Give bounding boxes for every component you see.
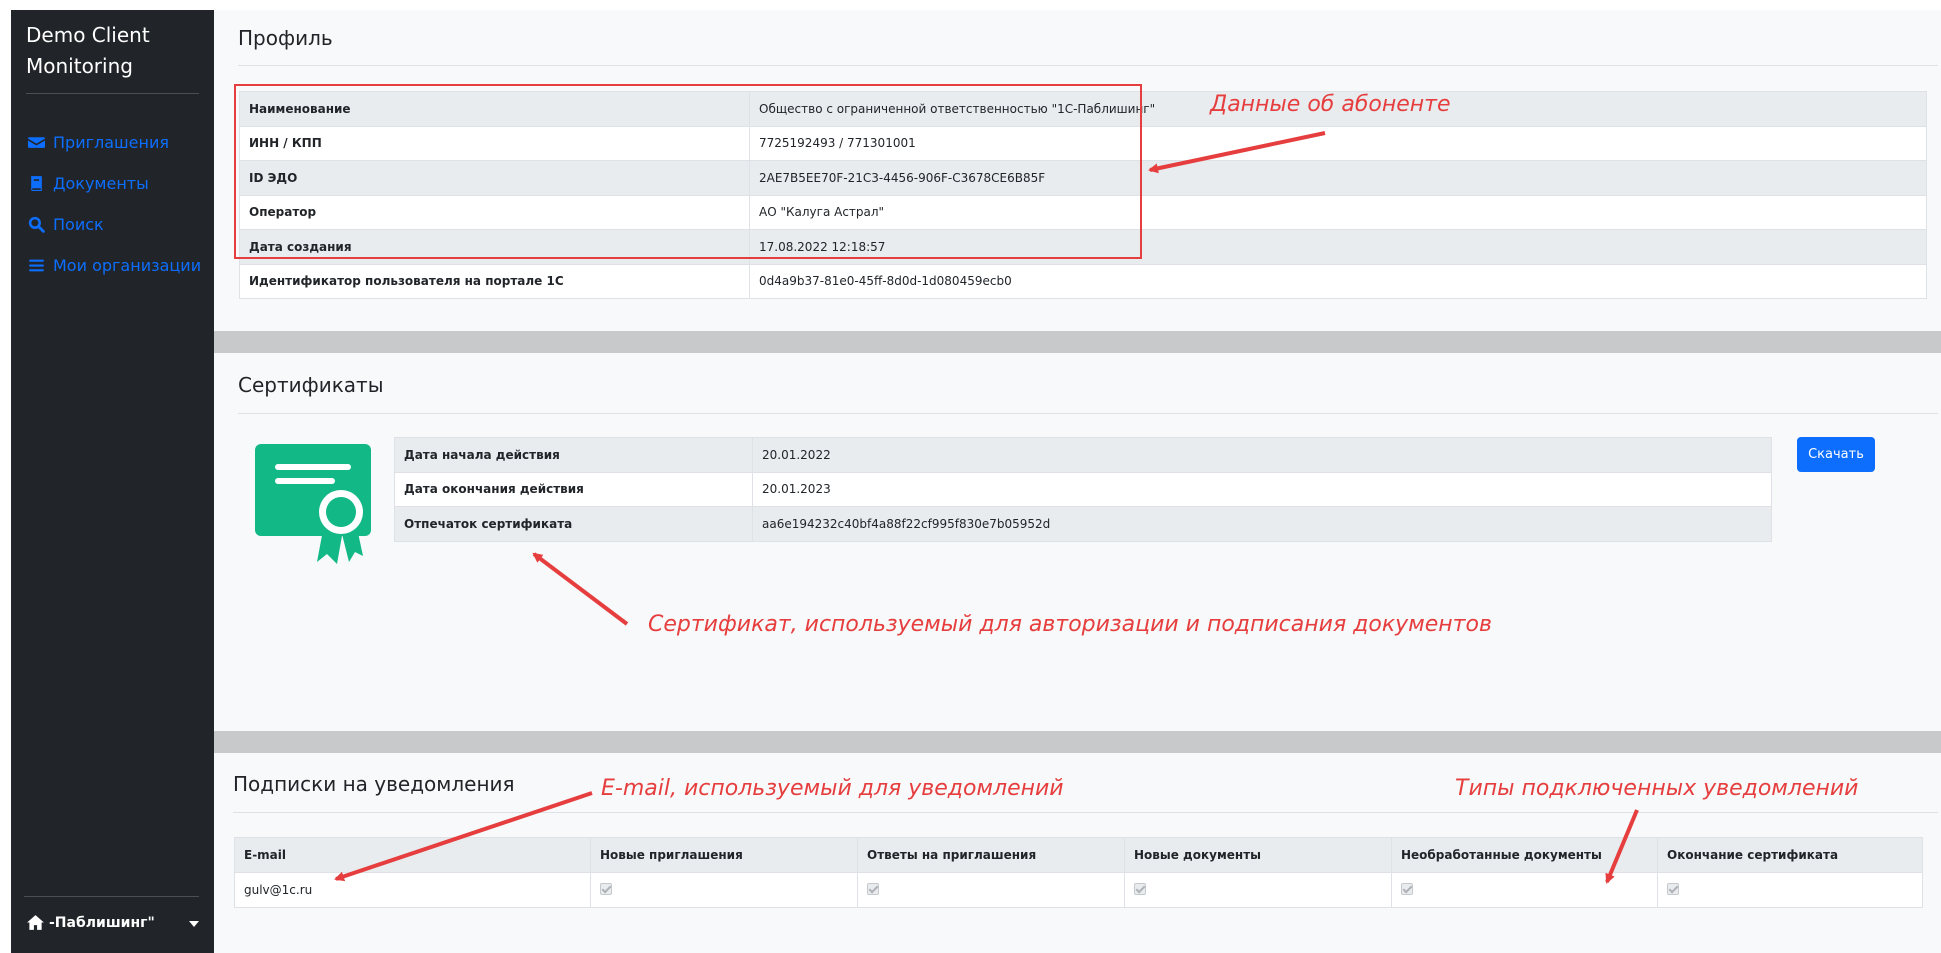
certificate-key: Дата начала действия xyxy=(394,437,753,473)
subscriptions-divider xyxy=(233,812,1938,813)
sidebar-nav: Приглашения Документы Поиск Мои организа… xyxy=(28,122,213,286)
certificate-table: Дата начала действия 20.01.2022 Дата окон… xyxy=(394,437,1772,542)
profile-value: 0d4a9b37-81e0-45ff-8d0d-1d080459ecb0 xyxy=(749,263,1927,299)
certificate-key: Дата окончания действия xyxy=(394,471,753,507)
profile-divider xyxy=(238,65,1938,66)
annotation-email: E-mail, используемый для уведомлений xyxy=(601,776,1064,801)
sidebar-item-documents[interactable]: Документы xyxy=(28,163,213,204)
sidebar-item-label: Поиск xyxy=(53,215,104,234)
column-header-invitation-replies: Ответы на приглашения xyxy=(857,837,1125,873)
table-row: Дата окончания действия 20.01.2023 xyxy=(394,471,1772,507)
organization-dropdown[interactable]: -Паблишинг" xyxy=(26,914,211,931)
sidebar-divider xyxy=(26,93,199,94)
download-button[interactable]: Скачать xyxy=(1797,437,1875,472)
checkbox-cell xyxy=(590,872,858,908)
checkbox-cell xyxy=(1391,872,1658,908)
book-icon xyxy=(31,176,42,191)
profile-key: Идентификатор пользователя на портале 1С xyxy=(239,263,750,299)
annotation-notification-types: Типы подключенных уведомлений xyxy=(1455,776,1859,801)
column-header-email: E-mail xyxy=(234,837,591,873)
sidebar-item-search[interactable]: Поиск xyxy=(28,204,213,245)
subscriptions-title: Подписки на уведомления xyxy=(233,772,515,796)
table-row: Идентификатор пользователя на портале 1С… xyxy=(239,263,1927,299)
certificate-expiry-checkbox[interactable] xyxy=(1667,882,1679,895)
subscription-email: gulv@1c.ru xyxy=(234,872,591,908)
organization-name: -Паблишинг" xyxy=(49,914,155,931)
subscriber-data-highlight xyxy=(234,84,1142,259)
chevron-down-icon xyxy=(189,921,199,927)
certificate-value: 20.01.2023 xyxy=(752,471,1772,507)
sidebar-bottom-divider xyxy=(24,896,199,897)
table-row: Отпечаток сертификата aa6e194232c40bf4a88… xyxy=(394,506,1772,542)
search-icon xyxy=(28,216,45,233)
table-row: Дата начала действия 20.01.2022 xyxy=(394,437,1772,473)
certificates-title: Сертификаты xyxy=(238,373,384,397)
sidebar-item-invitations[interactable]: Приглашения xyxy=(28,122,213,163)
home-icon xyxy=(27,915,44,930)
checkbox-cell xyxy=(1657,872,1923,908)
list-icon xyxy=(29,259,44,272)
subscriptions-table: E-mail Новые приглашения Ответы на пригл… xyxy=(234,837,1923,908)
brand-line-2: Monitoring xyxy=(26,54,133,78)
annotation-certificate: Сертификат, используемый для авторизации… xyxy=(648,612,1492,637)
brand-line-1: Demo Client xyxy=(26,23,150,47)
top-border xyxy=(0,0,1941,10)
sidebar-item-label: Приглашения xyxy=(53,133,169,152)
new-documents-checkbox[interactable] xyxy=(1134,882,1146,895)
column-header-certificate-expiry: Окончание сертификата xyxy=(1657,837,1923,873)
checkbox-cell xyxy=(1124,872,1392,908)
section-separator xyxy=(214,331,1941,353)
certificate-key: Отпечаток сертификата xyxy=(394,506,753,542)
annotation-subscriber: Данные об абоненте xyxy=(1210,92,1451,117)
sidebar-item-label: Документы xyxy=(53,174,149,193)
section-separator xyxy=(214,731,1941,753)
invitation-replies-checkbox[interactable] xyxy=(867,882,879,895)
column-header-new-documents: Новые документы xyxy=(1124,837,1392,873)
column-header-unprocessed-documents: Необработанные документы xyxy=(1391,837,1658,873)
sidebar-item-label: Мои организации xyxy=(53,256,202,275)
envelope-icon xyxy=(28,137,45,148)
table-header-row: E-mail Новые приглашения Ответы на пригл… xyxy=(234,837,1923,873)
column-header-new-invitations: Новые приглашения xyxy=(590,837,858,873)
certificate-value: aa6e194232c40bf4a88f22cf995f830e7b05952d xyxy=(752,506,1772,542)
certificate-icon xyxy=(255,444,371,564)
table-row: gulv@1c.ru xyxy=(234,872,1923,908)
app-window: Demo Client Monitoring Приглашения Докум… xyxy=(0,0,1941,953)
certificates-divider xyxy=(238,413,1938,414)
brand-title[interactable]: Demo Client Monitoring xyxy=(26,20,201,82)
new-invitations-checkbox[interactable] xyxy=(600,882,612,895)
unprocessed-documents-checkbox[interactable] xyxy=(1401,882,1413,895)
sidebar-item-my-organizations[interactable]: Мои организации xyxy=(28,245,213,286)
certificate-value: 20.01.2022 xyxy=(752,437,1772,473)
checkbox-cell xyxy=(857,872,1125,908)
profile-title: Профиль xyxy=(238,26,333,50)
sidebar: Demo Client Monitoring Приглашения Докум… xyxy=(11,10,214,953)
